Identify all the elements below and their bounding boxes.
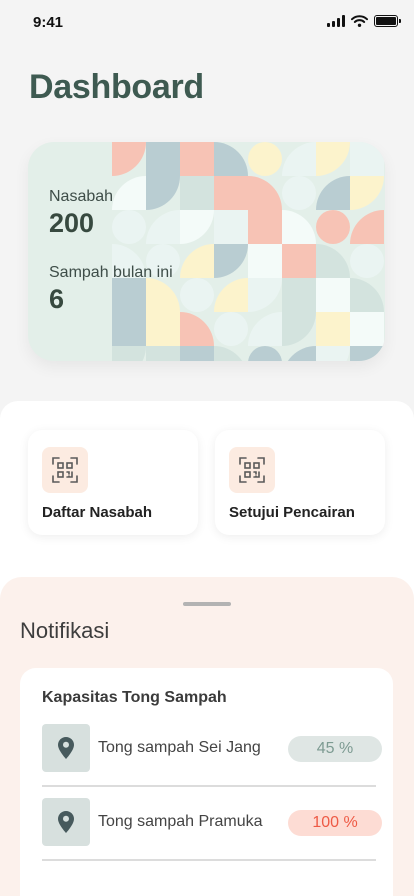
- bin-name: Tong sampah Sei Jang: [98, 739, 261, 756]
- setujui-pencairan-label: Setujui Pencairan: [229, 504, 355, 521]
- pattern-tile: [248, 176, 282, 210]
- capacity-badge: 45 %: [288, 736, 382, 762]
- pattern-tile: [350, 278, 384, 312]
- pattern-tile: [214, 244, 248, 278]
- divider: [42, 859, 376, 861]
- pattern-tile: [316, 244, 350, 278]
- pattern-tile: [146, 210, 180, 244]
- pattern-tile: [350, 210, 384, 244]
- pattern-tile: [316, 278, 350, 312]
- stat-value-sampah: 6: [49, 284, 65, 314]
- status-bar: 9:41: [0, 0, 414, 44]
- battery-icon: [374, 15, 401, 27]
- pattern-tile: [180, 312, 214, 346]
- cellular-signal-icon: [327, 15, 345, 27]
- qr-scan-icon: [229, 447, 275, 493]
- bin-row[interactable]: Tong sampah Sei Jang 45 %: [42, 724, 382, 787]
- notifications-title: Notifikasi: [20, 618, 110, 643]
- pattern-tile: [350, 142, 384, 176]
- stat-value-nasabah: 200: [49, 208, 95, 238]
- divider: [42, 785, 376, 787]
- pattern-tile: [248, 278, 282, 312]
- location-pin-icon: [42, 724, 90, 772]
- capacity-badge: 100 %: [288, 810, 382, 836]
- stat-label-sampah: Sampah bulan ini: [49, 264, 173, 281]
- pattern-tile: [214, 142, 248, 176]
- pattern-tile: [146, 346, 180, 361]
- pattern-tile: [180, 210, 214, 244]
- pattern-tile: [180, 346, 214, 361]
- pattern-tile: [282, 312, 316, 346]
- pattern-tile: [146, 142, 180, 176]
- pattern-tile: [350, 176, 384, 210]
- pattern-tile: [180, 244, 214, 278]
- pattern-tile: [214, 312, 248, 346]
- pattern-tile: [214, 176, 248, 210]
- pattern-tile: [180, 142, 214, 176]
- pattern-tile: [282, 142, 316, 176]
- pattern-tile: [112, 346, 146, 361]
- pattern-tile: [112, 312, 146, 346]
- pattern-tile: [146, 312, 180, 346]
- pattern-tile: [214, 210, 248, 244]
- pattern-tile: [316, 346, 350, 361]
- bin-capacity-title: Kapasitas Tong Sampah: [42, 689, 227, 706]
- pattern-tile: [282, 210, 316, 244]
- pattern-tile: [214, 278, 248, 312]
- page-title: Dashboard: [29, 68, 204, 106]
- qr-scan-icon: [42, 447, 88, 493]
- pattern-tile: [248, 244, 282, 278]
- stat-label-nasabah: Nasabah: [49, 188, 114, 205]
- pattern-tile: [316, 142, 350, 176]
- pattern-tile: [350, 346, 384, 361]
- bin-row[interactable]: Tong sampah Pramuka 100 %: [42, 798, 382, 861]
- sheet-drag-handle[interactable]: [183, 602, 231, 606]
- pattern-tile: [112, 142, 146, 176]
- pattern-tile: [282, 244, 316, 278]
- pattern-tile: [112, 278, 146, 312]
- setujui-pencairan-button[interactable]: Setujui Pencairan: [215, 430, 385, 535]
- pattern-tile: [112, 210, 146, 244]
- pattern-tile: [316, 176, 350, 210]
- pattern-tile: [248, 142, 282, 176]
- pattern-tile: [214, 346, 248, 361]
- pattern-tile: [248, 312, 282, 346]
- daftar-nasabah-label: Daftar Nasabah: [42, 504, 153, 521]
- pattern-tile: [146, 176, 180, 210]
- pattern-tile: [180, 278, 214, 312]
- pattern-tile: [350, 312, 384, 346]
- pattern-tile: [350, 244, 384, 278]
- pattern-tile: [146, 278, 180, 312]
- pattern-tile: [112, 176, 146, 210]
- pattern-tile: [316, 210, 350, 244]
- pattern-tile: [316, 312, 350, 346]
- pattern-tile: [282, 346, 316, 361]
- pattern-tile: [282, 176, 316, 210]
- bin-name: Tong sampah Pramuka: [98, 813, 263, 830]
- pattern-tile: [180, 176, 214, 210]
- pattern-tile: [282, 278, 316, 312]
- location-pin-icon: [42, 798, 90, 846]
- wifi-icon: [351, 15, 368, 27]
- stats-card: Nasabah 200 Sampah bulan ini 6: [28, 142, 385, 361]
- pattern-tile: [248, 210, 282, 244]
- decorative-pattern: [112, 142, 385, 361]
- pattern-tile: [248, 346, 282, 361]
- status-time: 9:41: [33, 14, 64, 31]
- daftar-nasabah-button[interactable]: Daftar Nasabah: [28, 430, 198, 535]
- status-icons: [327, 15, 401, 27]
